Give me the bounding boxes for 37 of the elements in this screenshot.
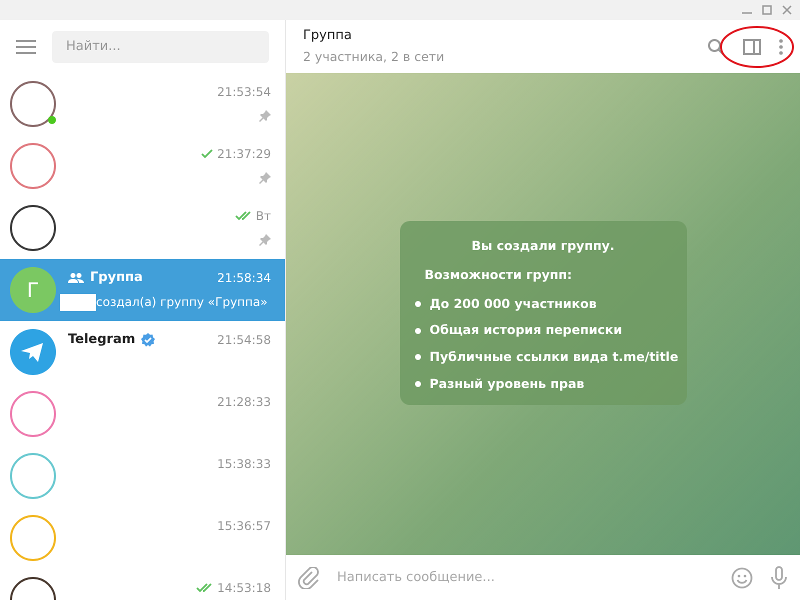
service-message-title: Вы создали группу. [470, 237, 616, 255]
feature-text: До 200 000 участников [430, 294, 597, 313]
chat-time: 21:54:58 [217, 332, 271, 349]
chat-preview: создал(а) группу «Группа» [96, 294, 268, 311]
close-icon[interactable] [782, 5, 792, 15]
microphone-icon[interactable] [770, 566, 788, 590]
chat-time: 21:53:54 [217, 84, 271, 101]
feature-text: Разный уровень прав [430, 374, 584, 393]
chat-time: 21:58:34 [217, 270, 271, 287]
chat-item[interactable]: Г Группа 21:58:34 создал(а) группу «Группа» [0, 259, 285, 321]
service-message-subtitle: Возможности групп: [424, 266, 574, 284]
chat-time: 15:36:57 [217, 518, 271, 535]
chat-subtitle: 2 участника, 2 в сети [303, 48, 446, 66]
side-panel-icon[interactable] [743, 38, 761, 54]
bullet-icon [414, 300, 420, 307]
chat-time: Вт [256, 208, 271, 225]
chat-time: 15:38:33 [217, 456, 271, 473]
maximize-icon[interactable] [762, 5, 772, 15]
chat-title: Группа [303, 27, 353, 46]
chat-name: Группа [90, 269, 143, 288]
message-input[interactable]: Написать сообщение... [337, 568, 714, 588]
more-icon[interactable] [779, 38, 783, 54]
search-icon[interactable] [707, 38, 725, 56]
avatar-letter: Г [10, 267, 56, 313]
chat-name: Telegram [68, 331, 136, 350]
bullet-icon [414, 328, 420, 334]
bullet-icon [414, 354, 420, 360]
search-field[interactable]: Найти... [52, 30, 269, 62]
emoji-icon[interactable] [731, 566, 753, 588]
bullet-icon [414, 381, 420, 388]
chat-time: 21:37:29 [217, 146, 271, 163]
menu-icon[interactable] [16, 40, 36, 54]
paperclip-icon[interactable] [298, 566, 320, 588]
chat-time: 21:28:33 [217, 394, 271, 411]
feature-text: Публичные ссылки вида t.me/title [430, 348, 678, 366]
feature-text: Общая история переписки [430, 321, 622, 340]
chat-time: 14:53:18 [217, 580, 271, 597]
